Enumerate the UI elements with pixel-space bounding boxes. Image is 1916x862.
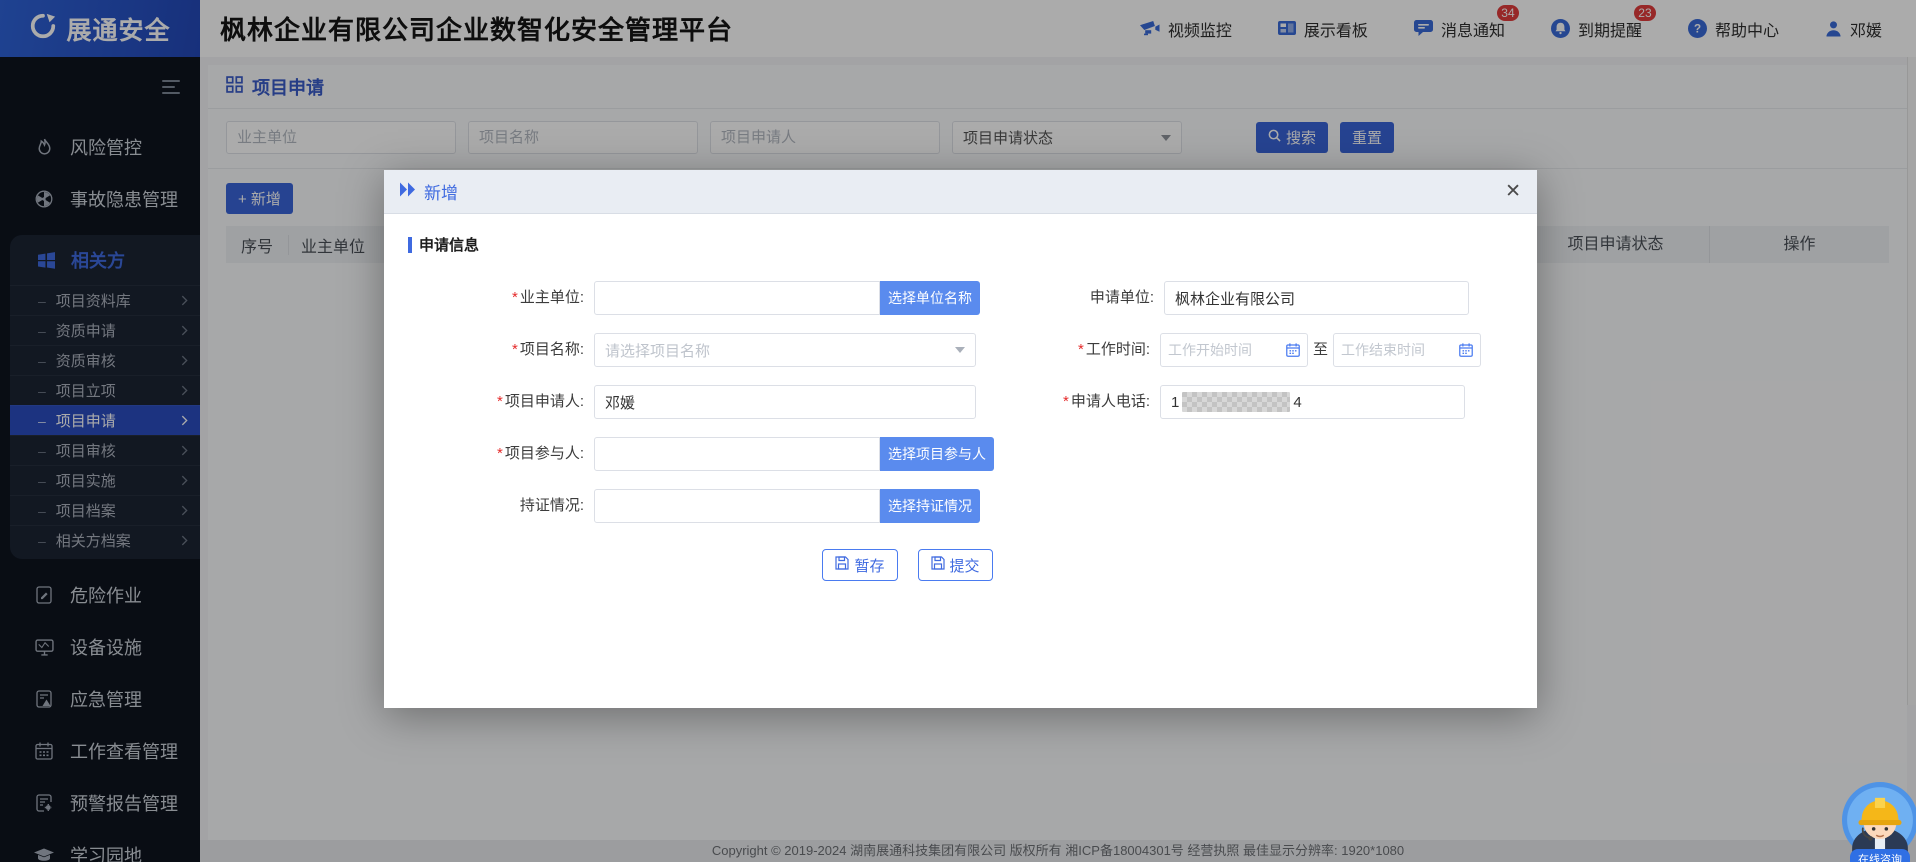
phone-prefix: 1	[1171, 394, 1179, 411]
work-time-label: 工作时间:	[976, 333, 1160, 367]
certificates-input[interactable]	[594, 489, 880, 523]
floppy-icon	[835, 556, 849, 574]
owner-unit-input[interactable]	[594, 281, 880, 315]
choose-owner-unit-button[interactable]: 选择单位名称	[880, 281, 980, 315]
phone-label: 申请人电话:	[976, 385, 1160, 419]
online-service-widget[interactable]: 在线咨询	[1838, 782, 1916, 862]
apply-unit-input[interactable]	[1164, 281, 1469, 315]
dialog-footer-buttons: 暂存 提交	[408, 549, 1537, 581]
work-start-date-picker[interactable]: 工作开始时间	[1160, 333, 1308, 367]
online-service-label: 在线咨询	[1850, 849, 1910, 862]
phone-input[interactable]: 1 4	[1160, 385, 1465, 419]
choose-participants-button[interactable]: 选择项目参与人	[880, 437, 994, 471]
application-form: 业主单位: 选择单位名称 申请单位: 项目名称: 请选择项目名称	[408, 281, 1537, 581]
certificates-label: 持证情况:	[408, 489, 594, 523]
participants-input[interactable]	[594, 437, 880, 471]
dropdown-arrow-icon	[955, 347, 965, 353]
dialog-title: 新增	[424, 179, 458, 204]
phone-masked-digits	[1182, 392, 1290, 412]
project-name-select[interactable]: 请选择项目名称	[594, 333, 976, 367]
apply-unit-label: 申请单位:	[980, 281, 1164, 315]
dialog-header: 新增 ✕	[384, 170, 1537, 214]
dialog-body: 申请信息 业主单位: 选择单位名称 申请单位: 项目名称: 请选择项目名称	[384, 214, 1537, 581]
owner-unit-label: 业主单位:	[408, 281, 594, 315]
section-title: 申请信息	[408, 234, 1537, 255]
applicant-label: 项目申请人:	[408, 385, 594, 419]
choose-certificates-button[interactable]: 选择持证情况	[880, 489, 980, 523]
double-chevron-icon	[400, 182, 416, 202]
submit-button[interactable]: 提交	[918, 549, 993, 581]
project-name-label: 项目名称:	[408, 333, 594, 367]
applicant-input[interactable]	[594, 385, 976, 419]
calendar-icon	[1286, 343, 1300, 357]
participants-label: 项目参与人:	[408, 437, 594, 471]
work-end-date-picker[interactable]: 工作结束时间	[1333, 333, 1481, 367]
phone-suffix: 4	[1293, 394, 1301, 411]
add-dialog: 新增 ✕ 申请信息 业主单位: 选择单位名称 申请单位: 项目名称:	[384, 170, 1537, 708]
save-draft-button[interactable]: 暂存	[822, 549, 897, 581]
floppy-icon	[931, 556, 945, 574]
date-range-separator: 至	[1308, 333, 1333, 367]
calendar-icon	[1459, 343, 1473, 357]
close-icon[interactable]: ✕	[1505, 182, 1521, 201]
